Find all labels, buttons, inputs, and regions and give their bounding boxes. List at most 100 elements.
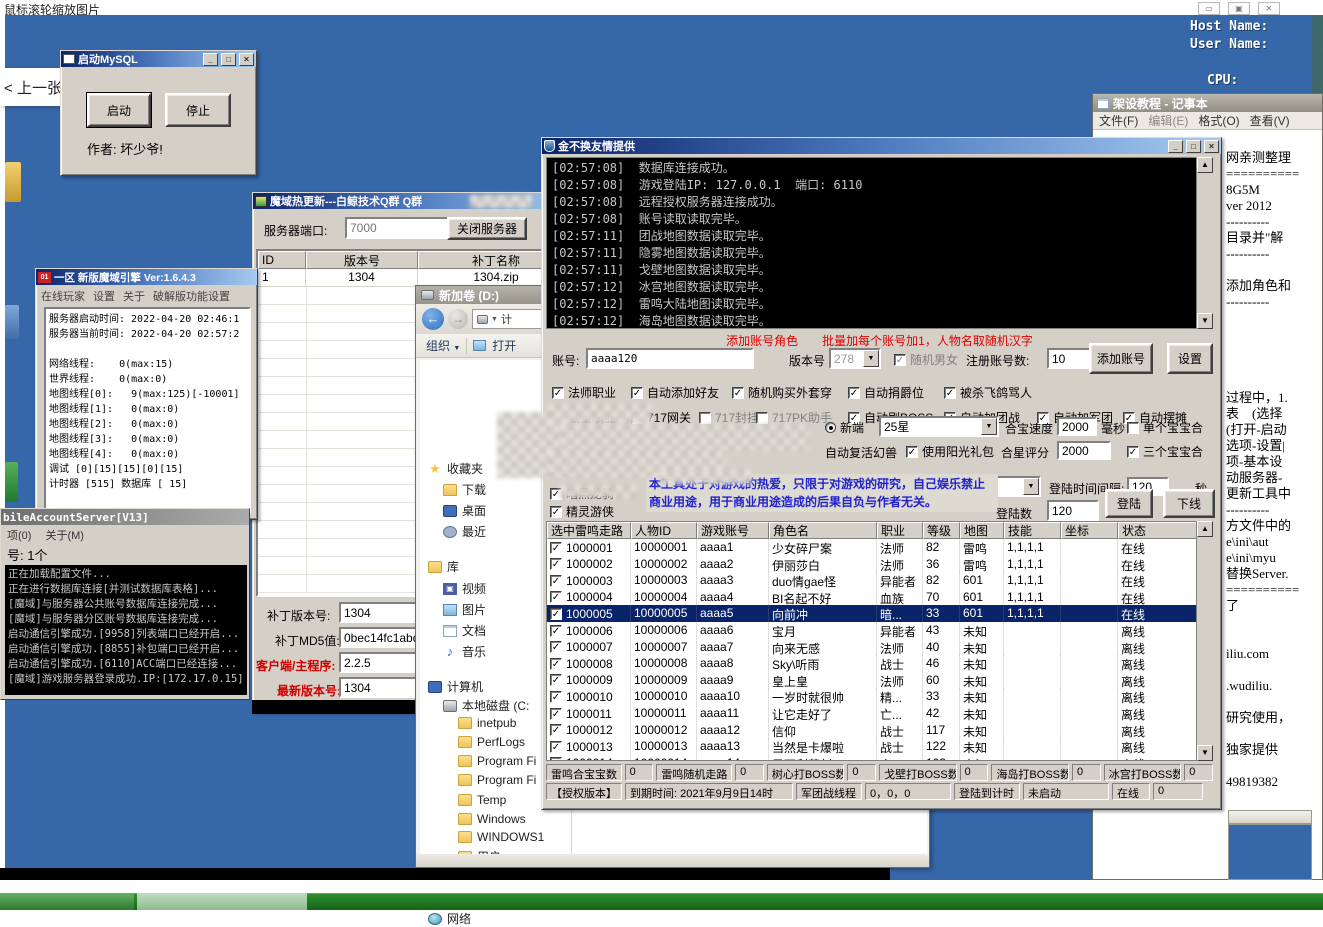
table-row[interactable]: ✓100000410000004aaaa4BI名起不好血族706011,1,1,… — [547, 589, 1196, 606]
open-button[interactable]: 打开 — [492, 337, 516, 354]
sidebar-item-folder[interactable]: Temp — [458, 793, 506, 807]
roster-column-header[interactable]: 坐标 — [1061, 522, 1118, 539]
row-checkbox[interactable]: ✓ — [550, 674, 562, 686]
option-checkbox[interactable]: ✓法师职业 — [552, 384, 616, 401]
elf-ranger-checkbox[interactable]: ✓精灵游侠 — [550, 503, 614, 520]
engine-menu-settings[interactable]: 设置 — [93, 288, 115, 304]
account-input[interactable] — [586, 348, 754, 369]
mysql-stop-button[interactable]: 停止 — [165, 93, 231, 127]
patch-col-version[interactable]: 版本号 — [306, 251, 418, 269]
roster-column-header[interactable]: 等级 — [923, 522, 960, 539]
log-scrollbar[interactable]: ▲ ▼ — [1197, 157, 1213, 329]
roster-column-header[interactable]: 技能 — [1004, 522, 1061, 539]
forward-icon[interactable]: → — [448, 309, 468, 329]
sidebar-item-network[interactable]: 网络 — [428, 910, 471, 927]
option-checkbox[interactable]: ✓自动捐爵位 — [848, 384, 924, 401]
row-checkbox[interactable]: ✓ — [550, 741, 562, 753]
sidebar-item-desktop[interactable]: 桌面 — [443, 502, 486, 519]
server-port-input[interactable] — [345, 217, 461, 239]
option-checkbox[interactable]: ✓随机购买外套穿 — [732, 384, 832, 401]
row-checkbox[interactable]: ✓ — [550, 542, 562, 554]
scroll-up-icon[interactable]: ▲ — [1197, 521, 1213, 537]
table-row[interactable]: ✓100001010000010aaaa10一岁时就很帅精...33未知离线 — [547, 688, 1196, 705]
sidebar-item-folder[interactable]: inetpub — [458, 716, 516, 730]
version-select[interactable]: 278▼ — [829, 348, 881, 369]
table-row[interactable]: ✓100001410000014aaaa14早西利芬刘亡...103未知离线 — [547, 755, 1196, 761]
patch-col-id[interactable]: ID — [258, 251, 306, 269]
engine-titlebar[interactable]: 01 一区 新版魔域引擎 Ver:1.6.4.3 — [36, 269, 257, 285]
row-checkbox[interactable]: ✓ — [550, 757, 562, 761]
login-count-input[interactable] — [1047, 500, 1099, 521]
viewer-close-button[interactable]: ✕ — [1258, 2, 1280, 15]
close-icon[interactable]: ✕ — [239, 53, 254, 66]
table-row[interactable]: ✓100000910000009aaaa9皇上皇法师60未知离线 — [547, 672, 1196, 689]
row-checkbox[interactable]: ✓ — [550, 575, 562, 587]
scroll-down-icon[interactable]: ▼ — [1197, 313, 1213, 329]
organize-button[interactable]: 组织 ▼ — [426, 337, 460, 354]
table-row[interactable]: ✓100001210000012aaaa12信仰战士117未知离线 — [547, 722, 1196, 739]
sidebar-item-picture[interactable]: 图片 — [443, 601, 486, 618]
engine-menu-players[interactable]: 在线玩家 — [41, 288, 85, 304]
roster-column-header[interactable]: 人物ID — [631, 522, 697, 539]
sidebar-item-folder[interactable]: Windows — [458, 812, 526, 826]
sidebar-item-star[interactable]: ★收藏夹 — [428, 460, 483, 477]
three-pet-checkbox[interactable]: ✓三个宝宝合 — [1127, 443, 1203, 460]
scroll-up-icon[interactable]: ▲ — [1197, 157, 1213, 173]
add-account-button[interactable]: 添加账号 — [1089, 343, 1153, 374]
login-button[interactable]: 登陆 — [1105, 489, 1153, 518]
account-server-menu-about[interactable]: 关于(M) — [45, 527, 84, 543]
sidebar-item-folder[interactable]: Program Fi — [458, 754, 536, 768]
scroll-down-icon[interactable]: ▼ — [1197, 745, 1213, 761]
row-checkbox[interactable]: ✓ — [550, 558, 562, 570]
new-client-radio[interactable]: 新端 — [825, 419, 864, 436]
viewer-maximize-button[interactable]: ▣ — [1228, 2, 1250, 15]
sidebar-item-recent[interactable]: 最近 — [443, 523, 486, 540]
option-checkbox[interactable]: ✓自动添加好友 — [631, 384, 719, 401]
row-checkbox[interactable]: ✓ — [550, 608, 562, 620]
row-checkbox[interactable]: ✓ — [550, 625, 562, 637]
table-row[interactable]: ✓100000210000002aaaa2伊丽莎白法师36雷鸣1,1,1,1在线 — [547, 556, 1196, 573]
table-row[interactable]: ✓100001310000013aaaa13当然是卡爆啦战士122未知离线 — [547, 738, 1196, 755]
sidebar-item-library[interactable]: 库 — [428, 558, 459, 575]
notepad-menu-view[interactable]: 查看(V) — [1250, 112, 1290, 129]
roster-column-header[interactable]: 游戏账号 — [697, 522, 769, 539]
desktop-icon[interactable] — [5, 162, 21, 202]
table-row[interactable]: ✓100001110000011aaaa11让它走好了亡...42未知离线 — [547, 705, 1196, 722]
engine-menu-crack[interactable]: 破解版功能设置 — [153, 288, 230, 304]
minimize-icon[interactable]: _ — [1168, 140, 1183, 153]
single-pet-checkbox[interactable]: 单个宝宝合 — [1127, 419, 1203, 436]
sidebar-item-computer[interactable]: 计算机 — [428, 678, 483, 695]
sidebar-item-folder[interactable]: Program Fi — [458, 773, 536, 787]
row-checkbox[interactable]: ✓ — [550, 724, 562, 736]
table-row[interactable]: ✓100000810000008aaaa8Sky\听雨战士46未知离线 — [547, 655, 1196, 672]
table-row[interactable]: ✓100000710000007aaaa7向来无感法师40未知离线 — [547, 639, 1196, 656]
taskbar-button[interactable] — [137, 893, 307, 910]
star-score-input[interactable] — [1057, 441, 1111, 460]
sidebar-item-music[interactable]: ♪音乐 — [443, 643, 486, 660]
notepad-menu-file[interactable]: 文件(F) — [1099, 112, 1138, 129]
back-icon[interactable]: ← — [422, 308, 444, 330]
maximize-icon[interactable]: □ — [1186, 140, 1201, 153]
star-select[interactable]: 25星▼ — [879, 416, 999, 437]
mysql-start-button[interactable]: 启动 — [87, 93, 151, 127]
maximize-icon[interactable]: □ — [221, 53, 236, 66]
roster-column-header[interactable]: 地图 — [960, 522, 1004, 539]
sidebar-item-folder[interactable]: WINDOWS1 — [458, 830, 544, 844]
row-checkbox[interactable]: ✓ — [550, 691, 562, 703]
desktop-icon[interactable] — [5, 462, 18, 502]
account-server-menu-options[interactable]: 项(0) — [7, 527, 31, 543]
engine-menu-about[interactable]: 关于 — [123, 288, 145, 304]
row-checkbox[interactable]: ✓ — [550, 658, 562, 670]
notepad-menu-edit[interactable]: 编辑(E) — [1148, 112, 1188, 129]
desktop-icon[interactable] — [5, 305, 19, 339]
sidebar-item-folder[interactable]: PerfLogs — [458, 735, 525, 749]
settings-button[interactable]: 设置 — [1167, 343, 1213, 374]
table-scrollbar[interactable]: ▲ ▼ — [1197, 521, 1213, 761]
notepad-menu-format[interactable]: 格式(O) — [1198, 112, 1239, 129]
roster-table[interactable]: 选中雷鸣走路人物ID游戏账号角色名职业等级地图技能坐标状态 ✓100000110… — [546, 521, 1197, 761]
random-gender-checkbox[interactable]: ✓随机男女 — [894, 351, 958, 368]
patch-cell-version[interactable]: 1304 — [306, 269, 418, 286]
close-server-button[interactable]: 关闭服务器 — [447, 217, 527, 240]
sun-gift-checkbox[interactable]: ✓使用阳光礼包 — [906, 443, 994, 460]
offline-button[interactable]: 下线 — [1163, 489, 1215, 518]
